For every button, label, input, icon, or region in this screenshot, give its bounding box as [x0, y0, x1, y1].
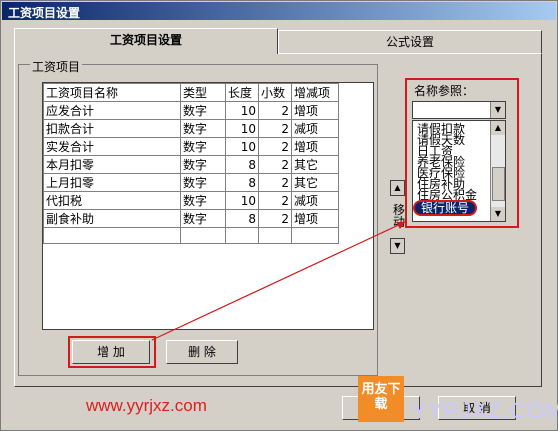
table-cell[interactable]: 代扣税	[43, 191, 181, 210]
table-cell[interactable]: 2	[258, 101, 292, 120]
table-cell[interactable]: 8	[225, 173, 259, 192]
table-cell[interactable]: 其它	[291, 173, 339, 192]
table-cell[interactable]: 增项	[291, 101, 339, 120]
table-cell[interactable]: 副食补助	[43, 209, 181, 228]
group-label: 工资项目	[30, 58, 83, 75]
table-cell[interactable]: 应发合计	[43, 101, 181, 120]
table-row[interactable]: 应发合计 数字 10 2 增项	[43, 101, 339, 120]
table-cell[interactable]: 数字	[180, 209, 226, 228]
table-row[interactable]: 代扣税 数字 10 2 减项	[43, 191, 339, 210]
col-header-decimal: 小数	[258, 83, 292, 102]
table-row[interactable]: 副食补助 数字 8 2 增项	[43, 209, 339, 228]
table-cell[interactable]: 数字	[180, 191, 226, 210]
table-cell[interactable]	[258, 227, 292, 244]
table-row[interactable]: 扣款合计 数字 10 2 减项	[43, 119, 339, 138]
table-cell[interactable]: 10	[225, 101, 259, 120]
table-cell[interactable]: 上月扣零	[43, 173, 181, 192]
table-cell[interactable]: 2	[258, 155, 292, 174]
salary-items-grid[interactable]: 工资项目名称 类型 长度 小数 增减项 应发合计 数字 10 2 增项 扣款合计 数字 10 2…	[42, 82, 374, 330]
table-cell[interactable]: 数字	[180, 119, 226, 138]
col-header-name: 工资项目名称	[43, 83, 181, 102]
window-title: 工资项目设置	[8, 6, 81, 20]
table-cell[interactable]: 减项	[291, 119, 339, 138]
table-cell[interactable]	[180, 227, 226, 244]
reference-label: 名称参照：	[414, 84, 475, 98]
tab-strip: 工资项目设置 公式设置	[14, 28, 542, 54]
reference-listbox[interactable]: ▲ ▼ 请假扣款 请假天数 日工资 养老保险 医疗保险 住房补助 住房公积金 银行账号	[412, 120, 506, 222]
watermark-logo: 用友下载	[358, 376, 404, 422]
table-cell[interactable]	[43, 227, 181, 244]
watermark-site: www.yyrjxz.com	[86, 396, 207, 415]
reference-list-item[interactable]: 银行账号	[413, 200, 478, 216]
table-cell[interactable]: 增项	[291, 137, 339, 156]
scroll-down-icon[interactable]: ▼	[491, 207, 505, 221]
table-cell[interactable]: 10	[225, 137, 259, 156]
table-row[interactable]: 上月扣零 数字 8 2 其它	[43, 173, 339, 192]
table-cell[interactable]: 2	[258, 137, 292, 156]
add-button[interactable]: 增 加	[72, 340, 150, 364]
table-cell[interactable]: 数字	[180, 173, 226, 192]
table-cell[interactable]: 数字	[180, 137, 226, 156]
delete-button[interactable]: 删 除	[166, 340, 238, 364]
items-table: 工资项目名称 类型 长度 小数 增减项 应发合计 数字 10 2 增项 扣款合计 数字 10 2…	[43, 83, 339, 244]
table-cell[interactable]: 数字	[180, 101, 226, 120]
col-header-add-subtract: 增减项	[291, 83, 339, 102]
header-row: 工资项目名称 类型 长度 小数 增减项	[43, 83, 339, 102]
scroll-up-icon[interactable]: ▲	[491, 121, 505, 135]
scroll-thumb[interactable]	[492, 167, 505, 201]
table-cell[interactable]: 2	[258, 119, 292, 138]
table-cell[interactable]: 扣款合计	[43, 119, 181, 138]
table-cell[interactable]	[291, 227, 339, 244]
table-cell[interactable]: 其它	[291, 155, 339, 174]
chevron-down-icon[interactable]: ▼	[490, 102, 505, 118]
table-cell[interactable]	[225, 227, 259, 244]
move-down-icon[interactable]: ▼	[390, 238, 405, 254]
listbox-scrollbar[interactable]: ▲ ▼	[490, 121, 505, 221]
table-cell[interactable]: 2	[258, 173, 292, 192]
title-bar: 工资项目设置	[2, 2, 556, 20]
table-row[interactable]: 实发合计 数字 10 2 增项	[43, 137, 339, 156]
table-cell[interactable]: 2	[258, 191, 292, 210]
reference-combo[interactable]: ▼	[412, 101, 506, 119]
table-cell[interactable]: 10	[225, 119, 259, 138]
table-row[interactable]: 本月扣零 数字 8 2 其它	[43, 155, 339, 174]
table-cell[interactable]: 减项	[291, 191, 339, 210]
table-cell[interactable]: 8	[225, 155, 259, 174]
table-cell[interactable]: 增项	[291, 209, 339, 228]
table-cell[interactable]: 实发合计	[43, 137, 181, 156]
tab-formula[interactable]: 公式设置	[278, 30, 542, 53]
table-cell[interactable]: 本月扣零	[43, 155, 181, 174]
table-cell[interactable]: 数字	[180, 155, 226, 174]
watermark-brand: YYRJXZ.COM	[412, 398, 558, 423]
tab-salary-items[interactable]: 工资项目设置	[14, 28, 278, 54]
table-cell[interactable]: 10	[225, 191, 259, 210]
table-cell[interactable]: 2	[258, 209, 292, 228]
table-cell[interactable]: 8	[225, 209, 259, 228]
move-label: 移动	[393, 203, 406, 229]
move-up-icon[interactable]: ▲	[390, 180, 405, 196]
col-header-type: 类型	[180, 83, 226, 102]
col-header-length: 长度	[225, 83, 259, 102]
table-row-empty[interactable]	[43, 227, 339, 244]
